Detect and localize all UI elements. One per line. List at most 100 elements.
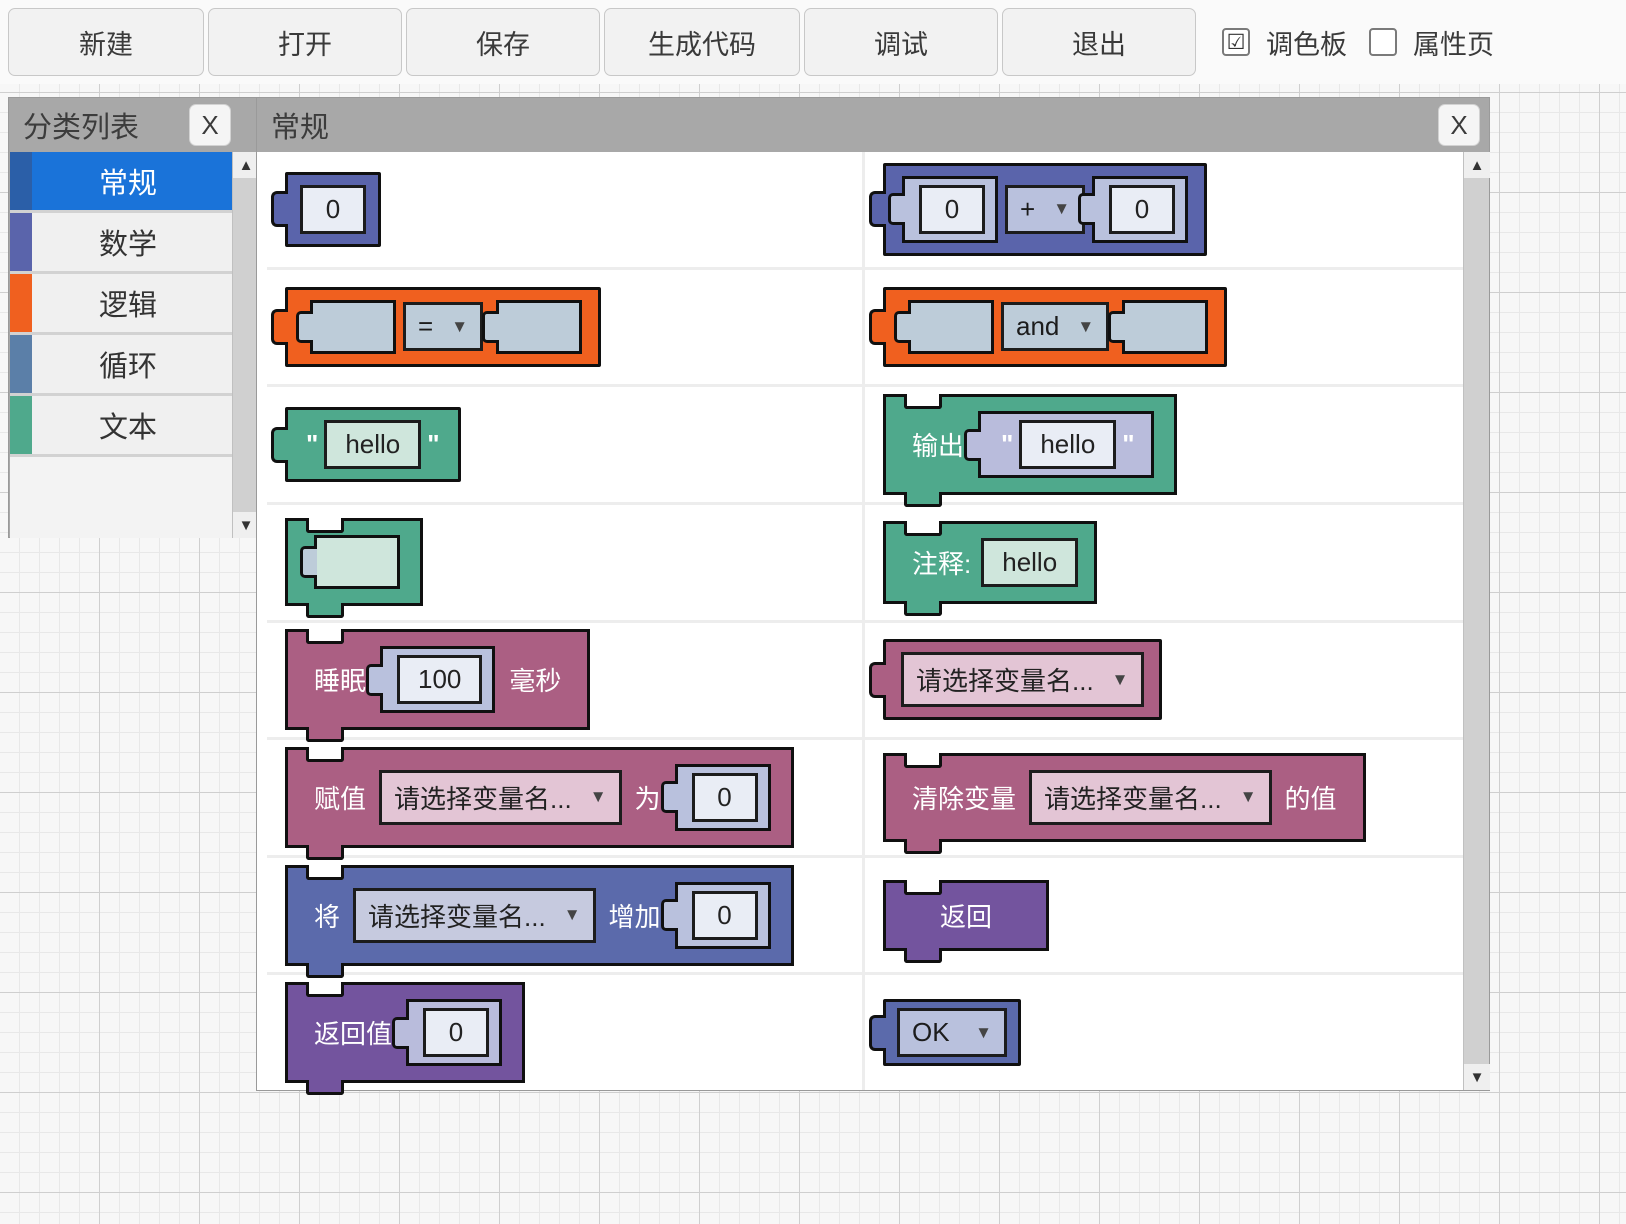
comparison-operator-dropdown[interactable]: = ▼ — [403, 302, 483, 351]
blocks-palette-titlebar: 常规 X — [257, 98, 1489, 152]
number-field[interactable]: 0 — [692, 773, 758, 822]
blocks-row: 返回值 0 OK ▼ — [267, 975, 1463, 1090]
left-operand-socket[interactable] — [908, 300, 994, 354]
block-comparison[interactable]: = ▼ — [285, 287, 601, 367]
category-list[interactable]: 常规 数学 逻辑 循环 文本 — [10, 152, 232, 538]
left-operand-socket[interactable] — [310, 300, 396, 354]
property-page-checkbox-label: 属性页 — [1413, 23, 1494, 62]
number-field[interactable]: 0 — [300, 185, 366, 234]
close-icon[interactable]: X — [189, 104, 231, 146]
ok-dropdown[interactable]: OK ▼ — [897, 1008, 1007, 1057]
category-list-scrollbar[interactable]: ▲ ▼ — [232, 152, 258, 538]
blocks-cell: 赋值 请选择变量名... ▼ 为 0 — [267, 740, 865, 855]
checkbox-checked-icon[interactable]: ☑ — [1222, 28, 1250, 56]
category-list-titlebar: 分类列表 X — [9, 98, 257, 152]
exit-button[interactable]: 退出 — [1002, 8, 1196, 76]
sleep-duration-socket[interactable]: 100 — [380, 646, 495, 713]
number-field[interactable]: 0 — [1109, 185, 1175, 234]
return-value-label: 返回值 — [304, 1014, 402, 1051]
blocks-row: 赋值 请选择变量名... ▼ 为 0 清除变量 — [267, 740, 1463, 858]
block-sleep[interactable]: 睡眠 100 毫秒 — [285, 629, 590, 730]
right-operand-socket[interactable]: 0 — [1092, 176, 1188, 243]
blocks-palette-scrollbar[interactable]: ▲ ▼ — [1463, 152, 1489, 1090]
block-ok-dropdown[interactable]: OK ▼ — [883, 999, 1021, 1066]
checkbox-unchecked-icon[interactable] — [1369, 28, 1397, 56]
new-button[interactable]: 新建 — [8, 8, 204, 76]
text-field[interactable]: hello — [324, 420, 421, 469]
blocks-cell: 请选择变量名... ▼ — [865, 623, 1463, 738]
category-color-swatch — [10, 213, 32, 271]
number-field[interactable]: 0 — [919, 185, 985, 234]
block-text-value[interactable]: " hello " — [285, 407, 461, 482]
category-color-swatch — [10, 152, 32, 210]
save-button[interactable]: 保存 — [406, 8, 600, 76]
sidebar-item-logic[interactable]: 逻辑 — [10, 274, 232, 335]
palette-checkbox[interactable]: ☑ 调色板 — [1222, 23, 1347, 62]
close-icon[interactable]: X — [1438, 104, 1480, 146]
right-operand-socket[interactable] — [1122, 300, 1208, 354]
blocks-cell: 清除变量 请选择变量名... ▼ 的值 — [865, 740, 1463, 855]
variable-name-dropdown[interactable]: 请选择变量名... ▼ — [901, 652, 1144, 707]
block-comment[interactable]: 注释: hello — [883, 521, 1097, 604]
open-button[interactable]: 打开 — [208, 8, 402, 76]
left-operand-socket[interactable]: 0 — [902, 176, 998, 243]
logic-operator-dropdown[interactable]: and ▼ — [1001, 302, 1109, 351]
sidebar-item-text[interactable]: 文本 — [10, 396, 232, 457]
block-print[interactable]: 输出 " hello " — [883, 394, 1177, 495]
clear-variable-suffix-label: 的值 — [1275, 779, 1347, 816]
assign-value-socket[interactable]: 0 — [675, 764, 771, 831]
sidebar-item-label: 逻辑 — [32, 282, 232, 324]
block-assign-variable[interactable]: 赋值 请选择变量名... ▼ 为 0 — [285, 747, 794, 848]
right-operand-socket[interactable] — [496, 300, 582, 354]
block-arithmetic[interactable]: 0 + ▼ 0 — [883, 163, 1207, 256]
blocks-cell: 0 + ▼ 0 — [865, 152, 1463, 267]
sidebar-item-math[interactable]: 数学 — [10, 213, 232, 274]
variable-name-dropdown[interactable]: 请选择变量名... ▼ — [353, 888, 596, 943]
number-field[interactable]: 0 — [423, 1008, 489, 1057]
quote-open-icon: " — [300, 429, 324, 460]
block-number-value[interactable]: 0 — [285, 172, 381, 247]
comment-field[interactable]: hello — [981, 538, 1078, 587]
block-return[interactable]: 返回 — [883, 880, 1049, 951]
operator-dropdown[interactable]: + ▼ — [1005, 185, 1085, 234]
number-field[interactable]: 0 — [692, 891, 758, 940]
block-clear-variable[interactable]: 清除变量 请选择变量名... ▼ 的值 — [883, 753, 1366, 842]
blocks-cell: 返回值 0 — [267, 975, 865, 1090]
blocks-cell: 输出 " hello " — [865, 387, 1463, 502]
print-value-socket[interactable]: " hello " — [978, 411, 1154, 478]
text-field[interactable]: hello — [1019, 420, 1116, 469]
category-color-swatch — [10, 335, 32, 393]
generate-code-button[interactable]: 生成代码 — [604, 8, 800, 76]
sidebar-item-label: 数学 — [32, 221, 232, 263]
increment-value-socket[interactable]: 0 — [675, 882, 771, 949]
return-value-socket[interactable]: 0 — [406, 999, 502, 1066]
sidebar-item-loop[interactable]: 循环 — [10, 335, 232, 396]
variable-name-value: 请选择变量名... — [394, 779, 572, 816]
blocks-cell: 0 — [267, 152, 865, 267]
number-field[interactable]: 100 — [397, 655, 482, 704]
property-page-checkbox[interactable]: 属性页 — [1369, 23, 1494, 62]
scroll-up-icon[interactable]: ▲ — [1464, 152, 1490, 178]
block-return-value[interactable]: 返回值 0 — [285, 982, 525, 1083]
debug-button[interactable]: 调试 — [804, 8, 998, 76]
scroll-down-icon[interactable]: ▼ — [1464, 1064, 1490, 1090]
operator-dropdown-value: + — [1020, 194, 1035, 225]
blocks-cell: OK ▼ — [865, 975, 1463, 1090]
block-logic-and[interactable]: and ▼ — [883, 287, 1227, 367]
block-empty-text-statement[interactable] — [285, 518, 423, 606]
chevron-down-icon: ▼ — [1053, 199, 1070, 219]
category-color-swatch — [10, 274, 32, 332]
ok-dropdown-value: OK — [912, 1017, 950, 1048]
value-socket[interactable] — [314, 535, 400, 589]
blocks-palette-title: 常规 — [271, 104, 329, 146]
blocks-cell: 睡眠 100 毫秒 — [267, 623, 865, 738]
block-increment-variable[interactable]: 将 请选择变量名... ▼ 增加 0 — [285, 865, 794, 966]
category-list-empty-area — [10, 457, 232, 538]
block-variable-get[interactable]: 请选择变量名... ▼ — [883, 639, 1162, 720]
sidebar-item-general[interactable]: 常规 — [10, 152, 232, 213]
category-list-title: 分类列表 — [23, 104, 139, 146]
variable-name-dropdown[interactable]: 请选择变量名... ▼ — [1029, 770, 1272, 825]
chevron-down-icon: ▼ — [590, 787, 607, 807]
variable-name-dropdown[interactable]: 请选择变量名... ▼ — [379, 770, 622, 825]
blocks-row: 注释: hello — [267, 505, 1463, 623]
